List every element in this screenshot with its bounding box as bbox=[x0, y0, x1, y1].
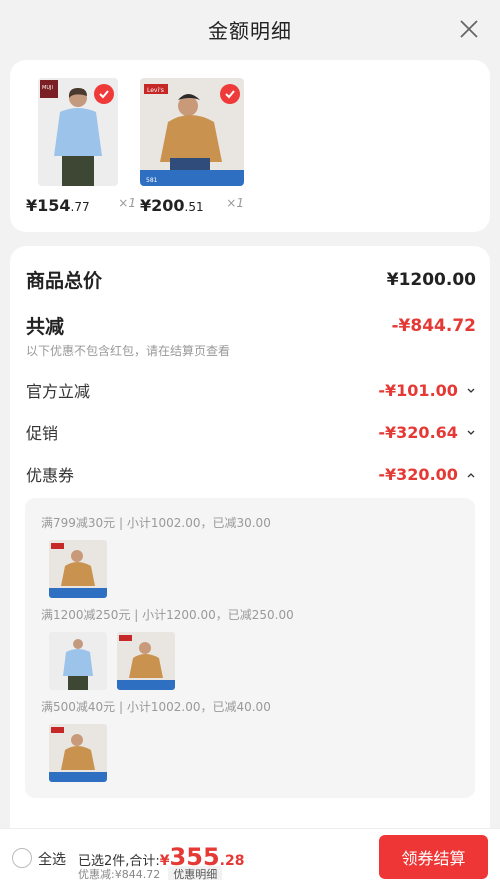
coupon-rule: 满500减40元 | 小计1002.00，已减40.00 bbox=[41, 700, 271, 714]
official-discount-label: 官方立减 bbox=[26, 382, 91, 401]
product-item[interactable]: Levi's 581 ¥200.51 ×1 bbox=[140, 78, 250, 215]
coupon-product-thumb bbox=[49, 724, 107, 782]
promo-value: -¥320.64 bbox=[378, 422, 458, 442]
checkout-bar: 全选 已选2件,合计: ¥355.28 优惠减:¥844.72 优惠明细 领券结… bbox=[0, 828, 500, 880]
price-detail-card: 商品总价 ¥1200.00 共减 -¥844.72 以下优惠不包含红包，请在结算… bbox=[10, 246, 490, 880]
total-value: ¥1200.00 bbox=[386, 269, 476, 290]
product-image: MUJI bbox=[38, 78, 118, 186]
discount-detail-link[interactable]: 优惠明细 bbox=[168, 866, 223, 880]
promo-amount: -¥320.64 bbox=[378, 423, 476, 442]
close-icon[interactable] bbox=[458, 18, 480, 40]
coupon-amount: -¥320.00 bbox=[378, 465, 476, 484]
levis-logo-text: Levi's bbox=[147, 87, 164, 94]
selected-check-icon[interactable] bbox=[220, 84, 240, 104]
promo-strip-text: 581 bbox=[146, 177, 158, 184]
discount-note: 以下优惠不包含红包，请在结算页查看 bbox=[26, 344, 231, 358]
chevron-up-icon[interactable] bbox=[466, 470, 476, 480]
bottom-discount-line: 优惠减:¥844.72 优惠明细 bbox=[78, 866, 223, 880]
selected-check-icon[interactable] bbox=[94, 84, 114, 104]
selected-products-card: MUJI ¥154.77 ×1 Levi's 581 ¥200.51 ×1 bbox=[10, 60, 490, 232]
product-qty: ×1 bbox=[226, 196, 244, 210]
amount-detail-sheet: 金额明细 MUJI ¥154.77 ×1 Levi's 581 ¥200.51 … bbox=[0, 0, 500, 880]
coupon-rule: 满799减30元 | 小计1002.00，已减30.00 bbox=[41, 516, 271, 530]
coupon-label: 优惠券 bbox=[26, 466, 75, 485]
coupon-detail-box: 满799减30元 | 小计1002.00，已减30.00 满1200减250元 … bbox=[25, 498, 475, 798]
bottom-discount-text: 优惠减:¥844.72 bbox=[78, 868, 161, 880]
product-price: ¥154.77 bbox=[26, 196, 90, 215]
coupon-value: -¥320.00 bbox=[378, 464, 458, 484]
product-item[interactable]: MUJI ¥154.77 ×1 bbox=[26, 78, 136, 215]
product-qty: ×1 bbox=[118, 196, 136, 210]
coupon-rule: 满1200减250元 | 小计1200.00，已减250.00 bbox=[41, 608, 294, 622]
product-price-row: ¥200.51 ×1 bbox=[140, 196, 244, 215]
product-image: Levi's 581 bbox=[140, 78, 244, 186]
chevron-down-icon[interactable] bbox=[466, 428, 476, 438]
coupon-row[interactable]: 优惠券 -¥320.00 bbox=[26, 462, 476, 486]
discount-row: 共减 -¥844.72 bbox=[26, 312, 476, 339]
sheet-title: 金额明细 bbox=[208, 18, 292, 43]
select-all-radio[interactable] bbox=[12, 848, 32, 868]
promo-row[interactable]: 促销 -¥320.64 bbox=[26, 420, 476, 444]
coupon-product-thumb bbox=[49, 632, 107, 690]
product-price: ¥200.51 bbox=[140, 196, 204, 215]
checkout-button[interactable]: 领券结算 bbox=[379, 835, 488, 879]
discount-value: -¥844.72 bbox=[391, 315, 477, 336]
muji-logo-text: MUJI bbox=[42, 85, 53, 91]
official-discount-amount: -¥101.00 bbox=[378, 381, 476, 400]
total-row: 商品总价 ¥1200.00 bbox=[26, 266, 476, 293]
select-all-label[interactable]: 全选 bbox=[38, 849, 66, 869]
coupon-product-thumb bbox=[117, 632, 175, 690]
official-discount-row[interactable]: 官方立减 -¥101.00 bbox=[26, 378, 476, 402]
product-price-row: ¥154.77 ×1 bbox=[26, 196, 136, 215]
sheet-header: 金额明细 bbox=[0, 0, 500, 58]
coupon-product-thumb bbox=[49, 540, 107, 598]
official-discount-value: -¥101.00 bbox=[378, 380, 458, 400]
discount-label: 共减 bbox=[26, 316, 65, 338]
total-label: 商品总价 bbox=[26, 270, 103, 292]
chevron-down-icon[interactable] bbox=[466, 386, 476, 396]
promo-label: 促销 bbox=[26, 424, 59, 443]
